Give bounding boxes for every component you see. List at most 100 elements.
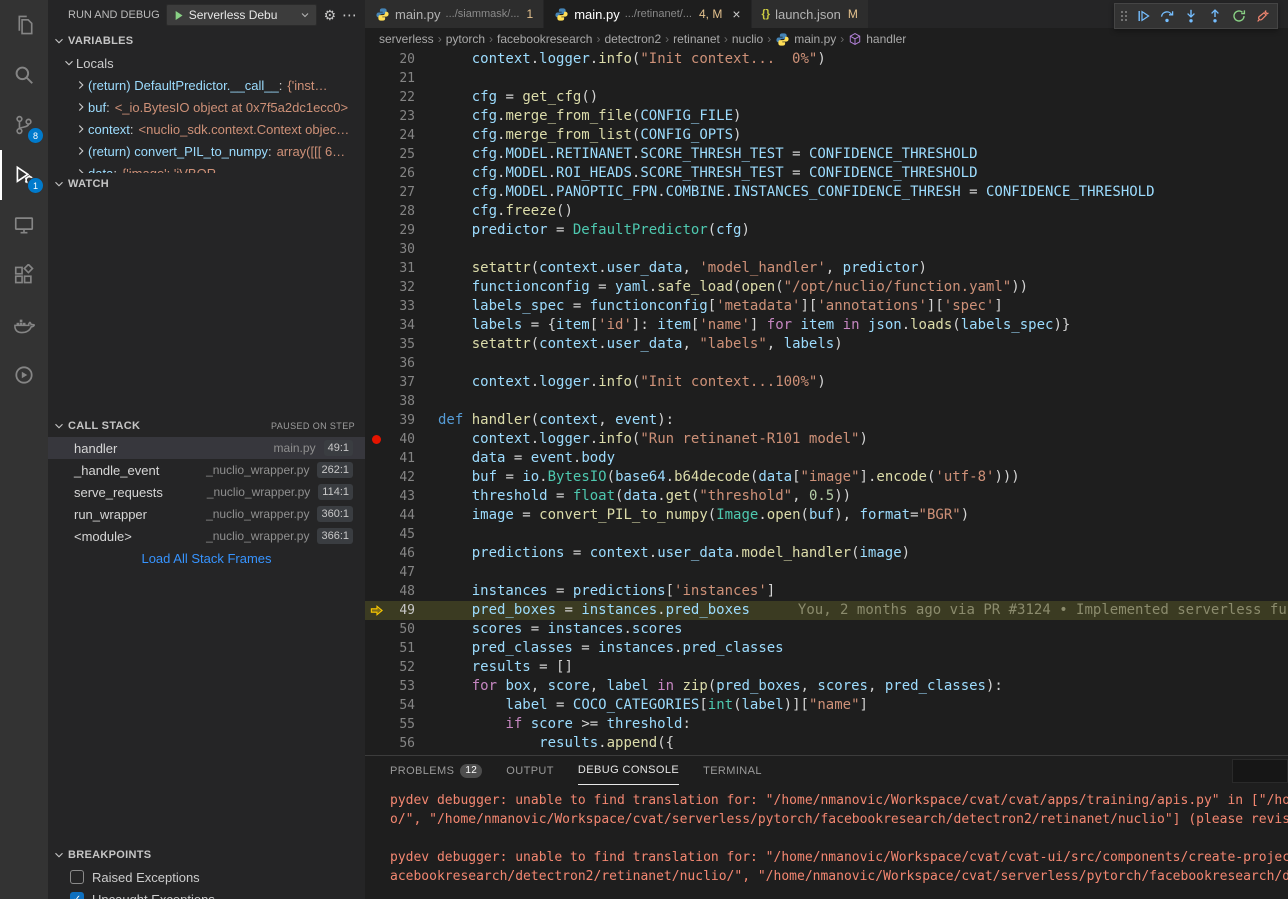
- code-line[interactable]: 54 label = COCO_CATEGORIES[int(label)]["…: [365, 696, 1288, 715]
- gutter-glyph-margin[interactable]: [365, 715, 387, 734]
- code-line[interactable]: 50 scores = instances.scores: [365, 620, 1288, 639]
- code-line[interactable]: 46 predictions = context.user_data.model…: [365, 544, 1288, 563]
- variable-row[interactable]: (return) DefaultPredictor.__call__:{'ins…: [48, 74, 365, 96]
- gutter-glyph-margin[interactable]: [365, 335, 387, 354]
- gutter-glyph-margin[interactable]: [365, 126, 387, 145]
- gutter-glyph-margin[interactable]: [365, 506, 387, 525]
- code-line[interactable]: 31 setattr(context.user_data, 'model_han…: [365, 259, 1288, 278]
- stack-frame-row[interactable]: _handle_event_nuclio_wrapper.py262:1: [48, 459, 365, 481]
- step-over-button[interactable]: [1155, 4, 1179, 28]
- code-line[interactable]: 51 pred_classes = instances.pred_classes: [365, 639, 1288, 658]
- activity-item-search[interactable]: [0, 50, 48, 100]
- activity-item-explorer[interactable]: [0, 0, 48, 50]
- gutter-glyph-margin[interactable]: [365, 164, 387, 183]
- activity-item-extensions[interactable]: [0, 250, 48, 300]
- breadcrumb-item[interactable]: nuclio: [732, 32, 763, 46]
- gutter-glyph-margin[interactable]: [365, 563, 387, 582]
- code-line[interactable]: 53 for box, score, label in zip(pred_box…: [365, 677, 1288, 696]
- gutter-glyph-margin[interactable]: [365, 202, 387, 221]
- editor-tab[interactable]: main.py.../retinanet/...4, M×: [544, 0, 750, 28]
- code-line[interactable]: 42 buf = io.BytesIO(base64.b64decode(dat…: [365, 468, 1288, 487]
- code-line[interactable]: 47: [365, 563, 1288, 582]
- code-line[interactable]: 37 context.logger.info("Init context...1…: [365, 373, 1288, 392]
- variable-row[interactable]: (return) convert_PIL_to_numpy:array([[[ …: [48, 140, 365, 162]
- gutter-glyph-margin[interactable]: [365, 107, 387, 126]
- gutter-glyph-margin[interactable]: [365, 449, 387, 468]
- variable-row[interactable]: context:<nuclio_sdk.context.Context obje…: [48, 118, 365, 140]
- continue-button[interactable]: [1131, 4, 1155, 28]
- code-line[interactable]: 48 instances = predictions['instances']: [365, 582, 1288, 601]
- step-into-button[interactable]: [1179, 4, 1203, 28]
- activity-item-circle-run[interactable]: [0, 350, 48, 400]
- gutter-glyph-margin[interactable]: [365, 620, 387, 639]
- gutter-glyph-margin[interactable]: [365, 183, 387, 202]
- code-line[interactable]: 41 data = event.body: [365, 449, 1288, 468]
- gutter-glyph-margin[interactable]: [365, 373, 387, 392]
- gutter-glyph-margin[interactable]: [365, 468, 387, 487]
- code-line[interactable]: 43 threshold = float(data.get("threshold…: [365, 487, 1288, 506]
- call-stack-header[interactable]: CALL STACK PAUSED ON STEP: [48, 415, 365, 437]
- stack-frame-row[interactable]: serve_requests_nuclio_wrapper.py114:1: [48, 481, 365, 503]
- code-line[interactable]: 22 cfg = get_cfg(): [365, 88, 1288, 107]
- gutter-glyph-margin[interactable]: [365, 354, 387, 373]
- disconnect-button[interactable]: [1251, 4, 1275, 28]
- breadcrumb-item[interactable]: serverless: [379, 32, 434, 46]
- debug-settings-gear-icon[interactable]: ⚙: [323, 7, 336, 24]
- watch-header[interactable]: WATCH: [48, 173, 365, 195]
- breakpoint-row[interactable]: ✓Uncaught Exceptions: [48, 888, 365, 899]
- debug-config-dropdown[interactable]: Serverless Debu: [166, 4, 318, 26]
- gutter-glyph-margin[interactable]: [365, 259, 387, 278]
- code-editor[interactable]: 20 context.logger.info("Init context... …: [365, 50, 1288, 755]
- panel-tab-debug-console[interactable]: DEBUG CONSOLE: [578, 756, 679, 785]
- gutter-glyph-margin[interactable]: [365, 544, 387, 563]
- panel-tab-problems[interactable]: PROBLEMS12: [390, 756, 482, 785]
- restart-button[interactable]: [1227, 4, 1251, 28]
- breadcrumb-item[interactable]: main.py: [775, 32, 836, 47]
- code-line[interactable]: 25 cfg.MODEL.RETINANET.SCORE_THRESH_TEST…: [365, 145, 1288, 164]
- code-line[interactable]: 44 image = convert_PIL_to_numpy(Image.op…: [365, 506, 1288, 525]
- editor-tab[interactable]: main.py.../siammask/...1: [365, 0, 543, 28]
- gutter-glyph-margin[interactable]: [365, 677, 387, 696]
- close-icon[interactable]: ×: [732, 6, 740, 22]
- gutter-glyph-margin[interactable]: [365, 240, 387, 259]
- breakpoint-icon[interactable]: [372, 435, 381, 444]
- gutter-glyph-margin[interactable]: [365, 88, 387, 107]
- gutter-glyph-margin[interactable]: [365, 69, 387, 88]
- code-line[interactable]: 56 results.append({: [365, 734, 1288, 753]
- gutter-glyph-margin[interactable]: [365, 582, 387, 601]
- variable-row[interactable]: data:{'image': 'iVBOR…: [48, 162, 365, 173]
- gutter-glyph-margin[interactable]: [365, 487, 387, 506]
- breakpoint-row[interactable]: Raised Exceptions: [48, 866, 365, 888]
- code-line[interactable]: 29 predictor = DefaultPredictor(cfg): [365, 221, 1288, 240]
- gutter-glyph-margin[interactable]: [365, 145, 387, 164]
- code-line[interactable]: 39def handler(context, event):: [365, 411, 1288, 430]
- stack-frame-row[interactable]: run_wrapper_nuclio_wrapper.py360:1: [48, 503, 365, 525]
- code-line[interactable]: 40 context.logger.info("Run retinanet-R1…: [365, 430, 1288, 449]
- activity-item-docker[interactable]: [0, 300, 48, 350]
- activity-item-run-and-debug[interactable]: 1: [0, 150, 48, 200]
- breadcrumb-item[interactable]: pytorch: [446, 32, 485, 46]
- code-line[interactable]: 36: [365, 354, 1288, 373]
- gutter-glyph-margin[interactable]: [365, 297, 387, 316]
- code-line[interactable]: 26 cfg.MODEL.ROI_HEADS.SCORE_THRESH_TEST…: [365, 164, 1288, 183]
- code-line[interactable]: 52 results = []: [365, 658, 1288, 677]
- code-line[interactable]: 28 cfg.freeze(): [365, 202, 1288, 221]
- code-line[interactable]: 27 cfg.MODEL.PANOPTIC_FPN.COMBINE.INSTAN…: [365, 183, 1288, 202]
- breadcrumb-item[interactable]: facebookresearch: [497, 32, 592, 46]
- code-line[interactable]: 49 pred_boxes = instances.pred_boxesYou,…: [365, 601, 1288, 620]
- gutter-glyph-margin[interactable]: [365, 392, 387, 411]
- code-line[interactable]: 21: [365, 69, 1288, 88]
- checkbox[interactable]: ✓: [70, 892, 84, 899]
- load-all-stack-frames-link[interactable]: Load All Stack Frames: [48, 547, 365, 569]
- code-line[interactable]: 35 setattr(context.user_data, "labels", …: [365, 335, 1288, 354]
- activity-item-source-control[interactable]: 8: [0, 100, 48, 150]
- gutter-glyph-margin[interactable]: [365, 658, 387, 677]
- gutter-glyph-margin[interactable]: [365, 639, 387, 658]
- gutter-glyph-margin[interactable]: [365, 430, 387, 449]
- stack-frame-row[interactable]: handlermain.py49:1: [48, 437, 365, 459]
- more-actions-icon[interactable]: ⋯: [342, 6, 357, 24]
- stack-frame-row[interactable]: <module>_nuclio_wrapper.py366:1: [48, 525, 365, 547]
- step-out-button[interactable]: [1203, 4, 1227, 28]
- gutter-glyph-margin[interactable]: [365, 316, 387, 335]
- code-line[interactable]: 24 cfg.merge_from_list(CONFIG_OPTS): [365, 126, 1288, 145]
